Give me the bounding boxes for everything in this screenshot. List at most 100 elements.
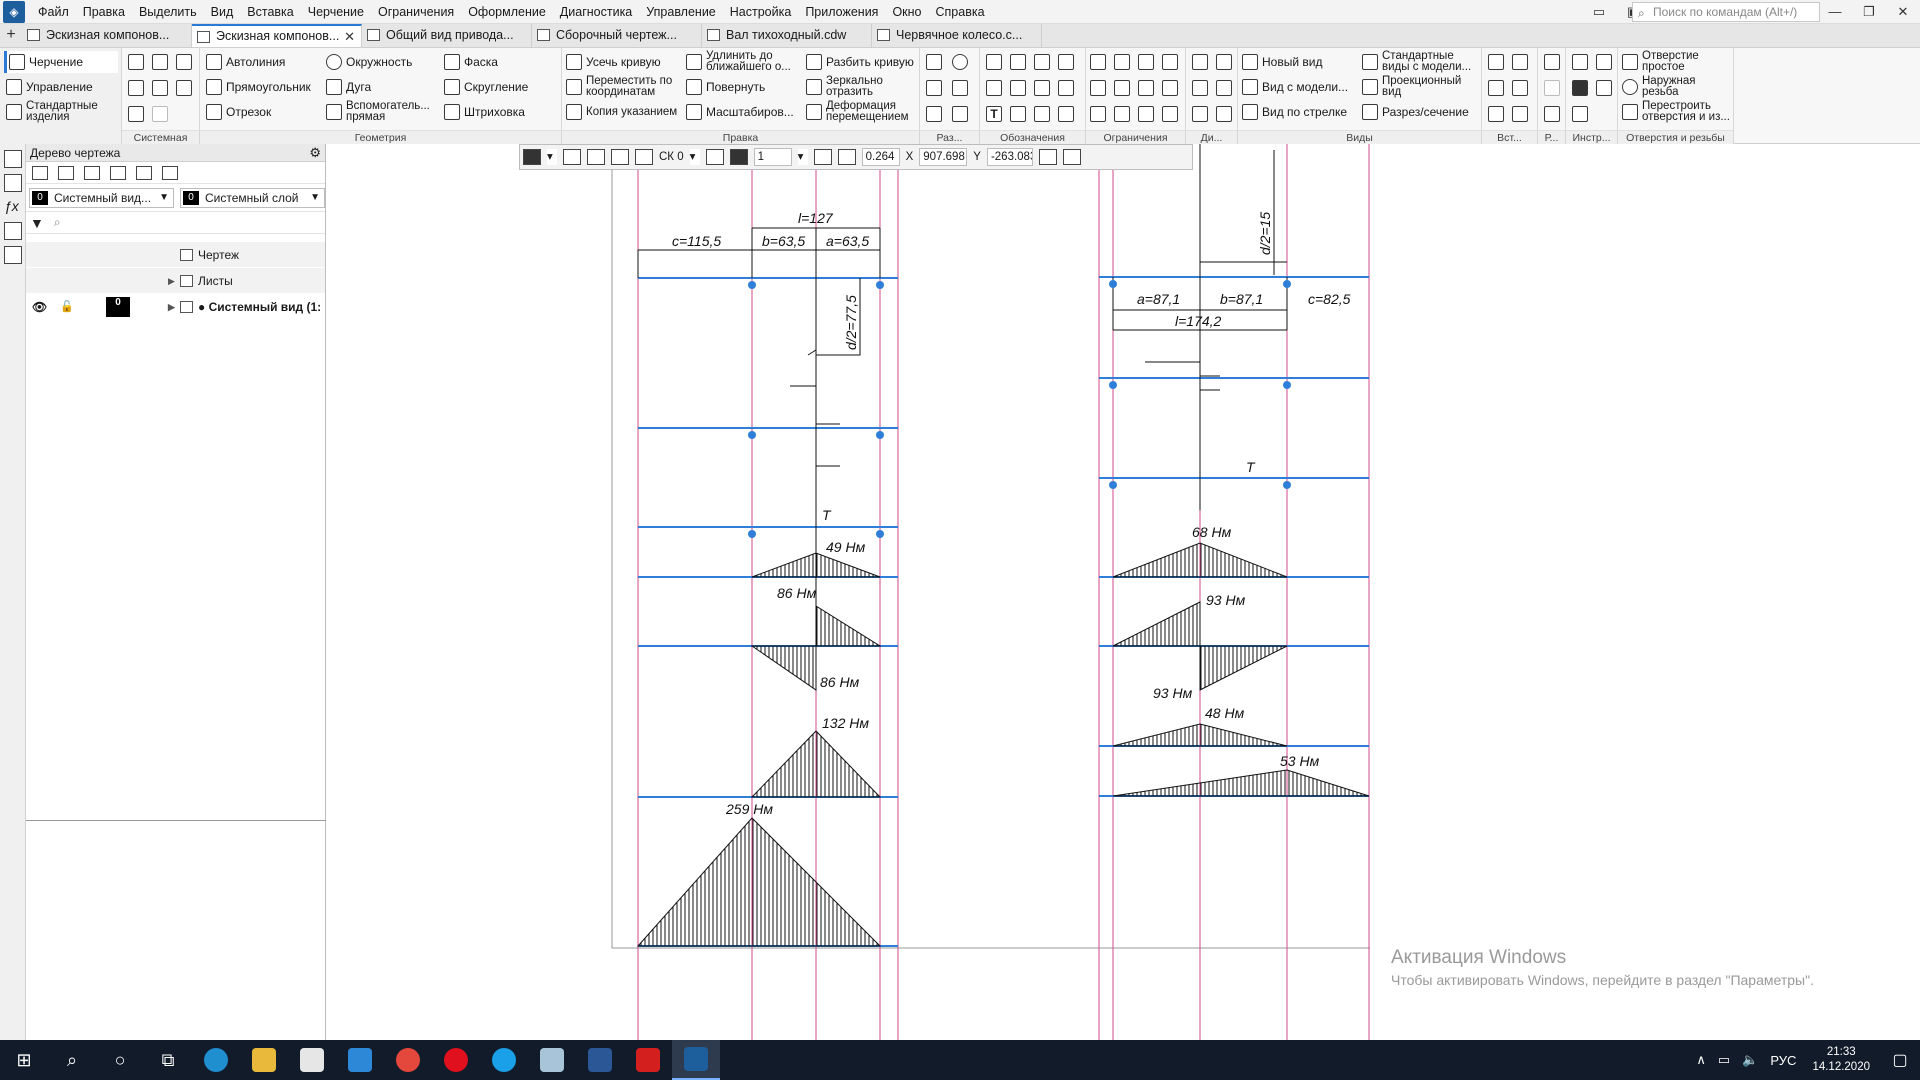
- open-folder-icon[interactable]: [152, 54, 168, 70]
- doc-tab-6[interactable]: Червячное колесо.с...: [872, 24, 1042, 47]
- copy-button[interactable]: Копия указанием: [566, 101, 684, 123]
- snap-icon[interactable]: [523, 149, 541, 165]
- parallel-constraint-icon[interactable]: [1114, 54, 1130, 70]
- ortho-icon[interactable]: [563, 149, 581, 165]
- arc-button[interactable]: Дуга: [326, 76, 371, 98]
- new-view-button[interactable]: Новый вид: [1242, 51, 1322, 73]
- language-indicator[interactable]: РУС: [1770, 1053, 1796, 1068]
- word-icon[interactable]: [576, 1040, 624, 1080]
- insert-link-icon[interactable]: [1512, 106, 1528, 122]
- measure-icon[interactable]: [1192, 54, 1208, 70]
- menu-file[interactable]: Файл: [31, 0, 76, 24]
- tree-tool-1-icon[interactable]: [32, 165, 48, 180]
- menu-management[interactable]: Управление: [639, 0, 723, 24]
- rotate-button[interactable]: Повернуть: [686, 76, 765, 98]
- tree-tool-5-icon[interactable]: [136, 165, 152, 180]
- rebuild-holes-button[interactable]: Перестроить отверстия и из...: [1622, 100, 1730, 123]
- external-thread-button[interactable]: Наружная резьба: [1622, 75, 1730, 98]
- report-disabled-icon[interactable]: [1544, 80, 1560, 96]
- y-coordinate-field[interactable]: -263.083: [986, 148, 1033, 166]
- text-a-icon[interactable]: [986, 80, 1002, 96]
- drawing-canvas[interactable]: l=127 c=115,5 b=63,5 a=63,5 d/2=77,5 49 …: [327, 144, 1920, 1040]
- minimize-button[interactable]: —: [1818, 0, 1852, 24]
- menu-edit[interactable]: Правка: [76, 0, 132, 24]
- menu-select[interactable]: Выделить: [132, 0, 204, 24]
- filter-icon[interactable]: ▼: [30, 215, 44, 231]
- fillet-button[interactable]: Скругление: [444, 76, 528, 98]
- radial-dim-icon[interactable]: [952, 80, 968, 96]
- marker-icon[interactable]: [1010, 80, 1026, 96]
- tree-node-system-view[interactable]: 👁 🔓 0 ▶ ● Системный вид (1:: [26, 294, 325, 320]
- round-icon[interactable]: [587, 149, 605, 165]
- tangent-constraint-icon[interactable]: [1162, 54, 1178, 70]
- insert-image-icon[interactable]: [1488, 80, 1504, 96]
- menu-view[interactable]: Вид: [204, 0, 241, 24]
- insert-view-icon[interactable]: [1488, 54, 1504, 70]
- menu-design[interactable]: Оформление: [461, 0, 553, 24]
- insert-fragment-icon[interactable]: [1512, 54, 1528, 70]
- arrow-view-button[interactable]: Вид по стрелке: [1242, 101, 1347, 123]
- rectangle-button[interactable]: Прямоугольник: [206, 76, 311, 98]
- symmetric-constraint-icon[interactable]: [1090, 106, 1106, 122]
- lock-icon[interactable]: 🔓: [60, 294, 74, 320]
- menu-help[interactable]: Справка: [929, 0, 992, 24]
- tree-tool-2-icon[interactable]: [58, 165, 74, 180]
- doc-tab-2-active[interactable]: Эскизная компонов... ✕: [192, 24, 362, 47]
- tray-arrow-icon[interactable]: ∧: [1696, 1052, 1706, 1068]
- roughness-icon[interactable]: [1010, 54, 1026, 70]
- vertical-constraint-icon[interactable]: [1114, 80, 1130, 96]
- tolerance-icon[interactable]: [1058, 54, 1074, 70]
- redo-icon[interactable]: [152, 106, 168, 122]
- volume-icon[interactable]: 🔈: [1742, 1052, 1758, 1068]
- section-button[interactable]: Разрез/сечение: [1362, 101, 1469, 123]
- print-icon[interactable]: [128, 80, 144, 96]
- panel-toggle-icon[interactable]: ▭: [1582, 0, 1616, 24]
- layer-select[interactable]: 0 Системный слой ▼: [180, 187, 325, 208]
- split-curve-button[interactable]: Разбить кривую: [806, 51, 914, 73]
- doc-tab-4[interactable]: Сборочный чертеж...: [532, 24, 702, 47]
- distance-icon[interactable]: [1216, 80, 1232, 96]
- table-icon[interactable]: [1010, 106, 1026, 122]
- perpendicular-constraint-icon[interactable]: [1138, 54, 1154, 70]
- x-coordinate-field[interactable]: 907.698: [919, 148, 968, 166]
- menu-drawing[interactable]: Черчение: [301, 0, 371, 24]
- text-tool-icon[interactable]: T: [986, 106, 1002, 122]
- grid-icon[interactable]: [635, 149, 653, 165]
- check-icon[interactable]: [1192, 80, 1208, 96]
- tree-panel-icon[interactable]: [4, 150, 22, 168]
- pipette-icon[interactable]: [1062, 149, 1081, 165]
- tool-line-icon[interactable]: [1596, 54, 1612, 70]
- menu-apps[interactable]: Приложения: [798, 0, 885, 24]
- deform-button[interactable]: Деформация перемещением: [806, 100, 918, 123]
- insert-object-icon[interactable]: [1512, 80, 1528, 96]
- base-icon[interactable]: [1034, 54, 1050, 70]
- leader-icon[interactable]: [986, 54, 1002, 70]
- tree-filter-bar[interactable]: ▼ ⌕: [26, 212, 325, 234]
- zoom-field[interactable]: 0.264: [861, 148, 900, 166]
- close-tab-icon[interactable]: ✕: [344, 26, 355, 47]
- hatch-button[interactable]: Штриховка: [444, 101, 525, 123]
- arc-dim-icon[interactable]: [952, 106, 968, 122]
- menu-diagnostics[interactable]: Диагностика: [553, 0, 639, 24]
- tool-lib-icon[interactable]: [1572, 106, 1588, 122]
- doc-tab-5[interactable]: Вал тихоходный.cdw: [702, 24, 872, 47]
- acrobat-icon[interactable]: [624, 1040, 672, 1080]
- layers-icon[interactable]: [4, 222, 22, 240]
- snap-dropdown-icon[interactable]: ▾: [547, 149, 557, 165]
- step-dropdown-icon[interactable]: ▾: [797, 149, 808, 165]
- autoline-button[interactable]: Автолиния: [206, 51, 285, 73]
- mass-icon[interactable]: [1216, 106, 1232, 122]
- task-view-icon[interactable]: ⧉: [144, 1040, 192, 1080]
- save-icon[interactable]: [176, 54, 192, 70]
- fix-constraint-icon[interactable]: [1138, 80, 1154, 96]
- search-icon[interactable]: ⌕: [48, 1040, 96, 1080]
- mode-tab-standard-parts[interactable]: Стандартные изделия: [6, 100, 118, 123]
- report-icon[interactable]: [1544, 54, 1560, 70]
- mode-tab-management[interactable]: Управление: [6, 76, 93, 98]
- area-icon[interactable]: [1192, 106, 1208, 122]
- mode-tab-drawing[interactable]: Черчение: [4, 51, 118, 73]
- expand-arrow-icon[interactable]: ▶: [168, 268, 175, 294]
- menu-constraints[interactable]: Ограничения: [371, 0, 461, 24]
- preview-icon[interactable]: [152, 80, 168, 96]
- tool-shapes-icon[interactable]: [1572, 80, 1588, 96]
